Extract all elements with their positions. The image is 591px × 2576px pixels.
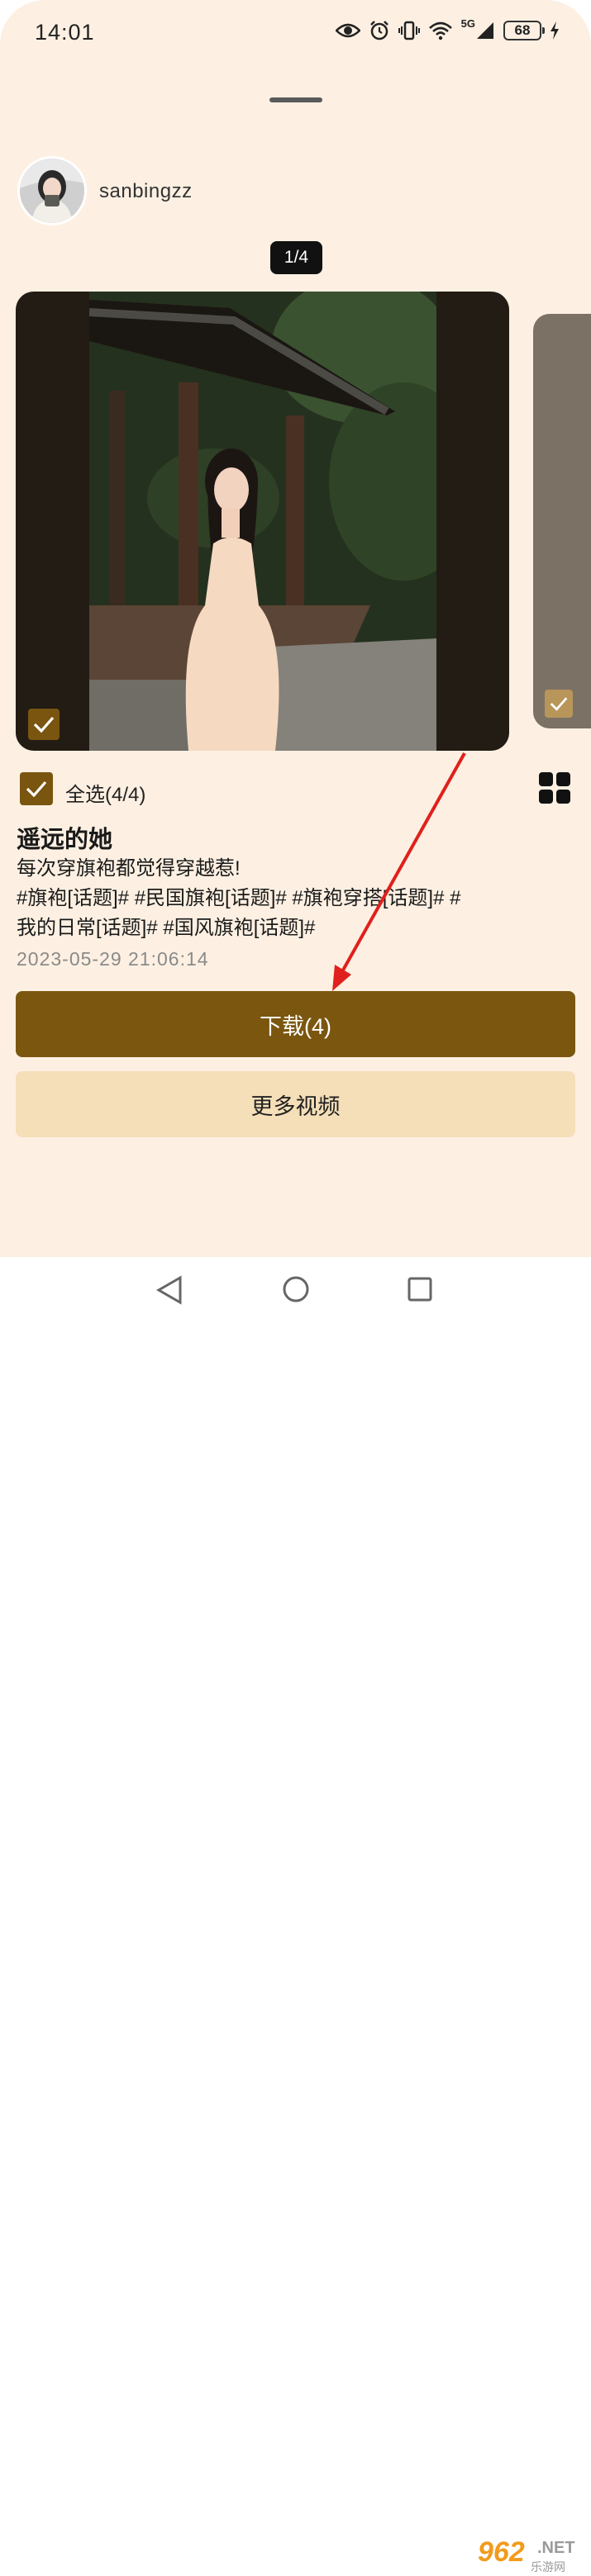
post-title: 遥远的她 bbox=[17, 827, 113, 853]
select-all-row: 全选(4/4) bbox=[20, 772, 570, 807]
username[interactable]: sanbingzz bbox=[99, 180, 193, 203]
post-photo[interactable] bbox=[89, 292, 436, 751]
image-counter: 1/4 bbox=[270, 241, 322, 274]
eye-icon bbox=[335, 23, 360, 38]
home-icon[interactable] bbox=[282, 1275, 310, 1303]
watermark-net: .NET bbox=[537, 2539, 575, 2557]
avatar[interactable] bbox=[17, 156, 87, 225]
watermark-logo: 962 bbox=[478, 2536, 525, 2568]
check-icon bbox=[33, 716, 55, 733]
image-card-2[interactable] bbox=[533, 314, 591, 728]
grid-view-icon[interactable] bbox=[539, 772, 570, 804]
drag-handle[interactable] bbox=[269, 97, 322, 102]
status-time: 14:01 bbox=[35, 20, 95, 45]
recent-apps-icon[interactable] bbox=[408, 1277, 432, 1302]
image-card-1[interactable] bbox=[16, 292, 509, 751]
description-line: #旗袍[话题]# #民国旗袍[话题]# #旗袍穿搭[话题]# # bbox=[17, 887, 461, 909]
site-watermark: 962 .NET 乐游网 bbox=[478, 2535, 587, 2576]
check-icon bbox=[26, 780, 47, 797]
wifi-icon bbox=[428, 21, 452, 40]
select-all-checkbox[interactable] bbox=[20, 772, 53, 805]
system-navigation-bar: 962 .NET 乐游网 bbox=[0, 1257, 591, 2574]
check-icon bbox=[550, 697, 568, 711]
network-type: 5G bbox=[460, 17, 475, 30]
download-button[interactable]: 下载(4) bbox=[16, 991, 575, 1057]
description-line: 每次穿旗袍都觉得穿越惹! bbox=[17, 857, 241, 880]
back-icon[interactable] bbox=[155, 1275, 183, 1305]
select-all-label[interactable]: 全选(4/4) bbox=[65, 778, 145, 807]
photo-checkbox[interactable] bbox=[28, 709, 60, 740]
watermark-site: 乐游网 bbox=[531, 2560, 565, 2574]
bottom-sheet: 14:01 5G 68 sanbingzz 1/4 全选(4/4) 遥远的她 每… bbox=[0, 0, 591, 1257]
photo-checkbox[interactable] bbox=[545, 690, 573, 718]
alarm-icon bbox=[369, 21, 388, 40]
post-description: 每次穿旗袍都觉得穿越惹! #旗袍[话题]# #民国旗袍[话题]# #旗袍穿搭[话… bbox=[17, 854, 574, 943]
vibrate-icon bbox=[398, 21, 420, 40]
post-timestamp: 2023-05-29 21:06:14 bbox=[17, 948, 209, 970]
status-icons: 5G 68 bbox=[335, 17, 560, 41]
charging-icon bbox=[550, 21, 559, 40]
more-videos-button[interactable]: 更多视频 bbox=[16, 1071, 575, 1137]
battery-indicator: 68 bbox=[503, 21, 545, 40]
description-line: 我的日常[话题]# #国风旗袍[话题]# bbox=[17, 917, 316, 939]
signal-icon bbox=[477, 22, 493, 39]
